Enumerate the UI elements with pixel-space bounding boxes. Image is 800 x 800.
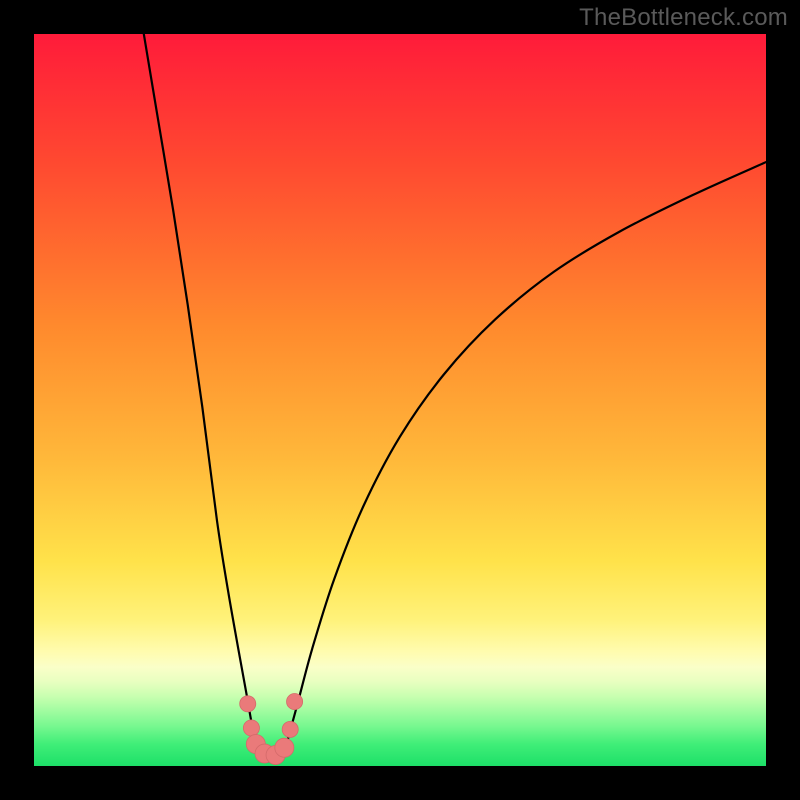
- valley-marker: [287, 694, 303, 710]
- plot-area: [34, 34, 766, 766]
- background-rect: [34, 34, 766, 766]
- valley-marker: [275, 738, 294, 757]
- watermark-text: TheBottleneck.com: [579, 4, 788, 32]
- valley-marker: [243, 720, 259, 736]
- frame-border-bottom: [0, 766, 800, 800]
- frame-border-left: [0, 0, 34, 800]
- frame-border-right: [766, 0, 800, 800]
- valley-marker: [282, 721, 298, 737]
- plot-svg: [34, 34, 766, 766]
- chart-container: TheBottleneck.com: [0, 0, 800, 800]
- valley-marker: [240, 696, 256, 712]
